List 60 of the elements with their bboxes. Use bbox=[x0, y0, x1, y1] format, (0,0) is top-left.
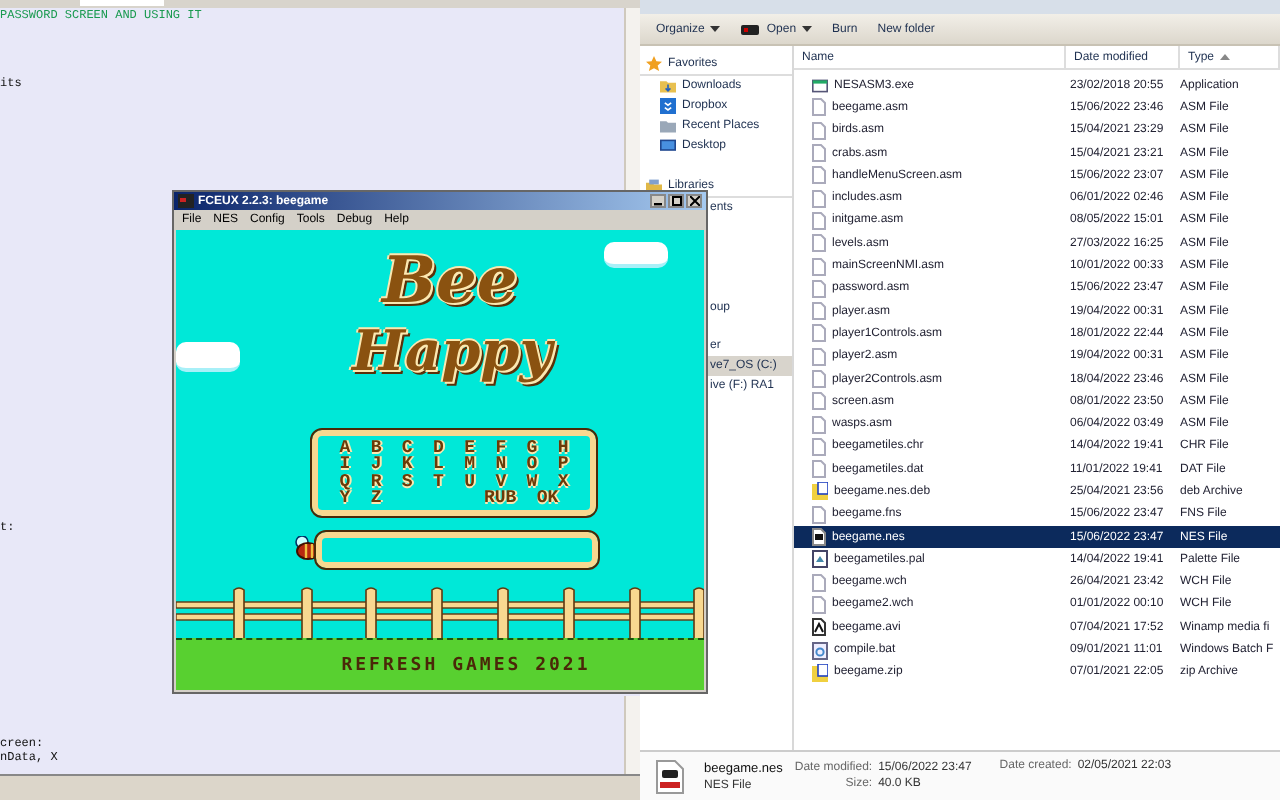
letter-key[interactable]: S bbox=[401, 473, 413, 490]
cloud-drawing bbox=[604, 242, 668, 268]
password-field[interactable] bbox=[316, 532, 598, 568]
archive-icon bbox=[812, 482, 828, 501]
palette-icon bbox=[812, 550, 828, 569]
bee-icon bbox=[294, 536, 320, 560]
game-controller-icon bbox=[740, 21, 761, 37]
folder-icon bbox=[660, 78, 676, 94]
library-icon bbox=[646, 177, 662, 193]
letter-key[interactable]: O bbox=[526, 456, 538, 473]
letter-key[interactable]: Y bbox=[339, 489, 351, 507]
letter-key[interactable]: R bbox=[370, 473, 382, 490]
maximize-button[interactable] bbox=[668, 194, 684, 208]
letter-key[interactable]: OK bbox=[536, 489, 559, 507]
letter-key[interactable]: C bbox=[401, 439, 413, 457]
close-icon bbox=[689, 196, 699, 206]
script-icon bbox=[812, 641, 828, 660]
letter-key[interactable]: M bbox=[464, 456, 475, 473]
scrollbar-track[interactable] bbox=[624, 8, 640, 190]
letter-key[interactable]: T bbox=[433, 473, 444, 490]
letter-key[interactable]: F bbox=[495, 439, 507, 457]
cloud-drawing bbox=[176, 342, 240, 372]
letter-key[interactable]: Z bbox=[370, 489, 382, 507]
window-icon bbox=[812, 77, 828, 94]
letter-key[interactable]: G bbox=[526, 439, 538, 457]
app-icon bbox=[178, 194, 194, 208]
star-icon bbox=[646, 55, 662, 71]
archive-icon bbox=[812, 663, 828, 682]
letter-key[interactable]: D bbox=[433, 439, 444, 457]
folder-icon bbox=[660, 118, 676, 134]
footer-text: REFRESH GAMES 2021 bbox=[341, 655, 591, 675]
close-button[interactable] bbox=[686, 194, 702, 208]
maximize-icon bbox=[671, 196, 681, 206]
letter-key[interactable]: U bbox=[464, 473, 475, 490]
letter-key[interactable]: X bbox=[557, 473, 569, 490]
scrollbar-track[interactable] bbox=[624, 696, 640, 774]
letter-key[interactable]: E bbox=[464, 439, 475, 457]
editor-tab[interactable] bbox=[80, 0, 164, 6]
letter-key[interactable]: K bbox=[401, 456, 413, 473]
letter-key[interactable]: B bbox=[370, 439, 382, 457]
media-file-icon bbox=[812, 618, 826, 637]
rom-file-icon bbox=[812, 528, 826, 547]
minimize-button[interactable] bbox=[650, 194, 666, 208]
monitor-icon bbox=[660, 138, 676, 154]
letter-key[interactable]: N bbox=[495, 456, 507, 473]
letter-key[interactable]: P bbox=[557, 456, 569, 473]
game-logo: Bee bbox=[382, 246, 518, 317]
letter-key[interactable]: RUB bbox=[483, 489, 517, 507]
letter-key[interactable]: I bbox=[339, 456, 351, 473]
letter-key[interactable]: H bbox=[557, 439, 569, 457]
letter-key[interactable]: J bbox=[370, 456, 382, 473]
page-icon bbox=[812, 505, 826, 524]
letter-key[interactable]: V bbox=[495, 473, 507, 490]
box-icon bbox=[660, 98, 676, 114]
rom-file-icon bbox=[656, 759, 684, 793]
letter-key[interactable]: A bbox=[339, 439, 351, 457]
letter-key[interactable]: W bbox=[526, 473, 538, 490]
game-logo: Happy bbox=[352, 322, 553, 384]
letter-key[interactable]: Q bbox=[339, 473, 351, 490]
letter-key[interactable]: L bbox=[433, 456, 444, 473]
